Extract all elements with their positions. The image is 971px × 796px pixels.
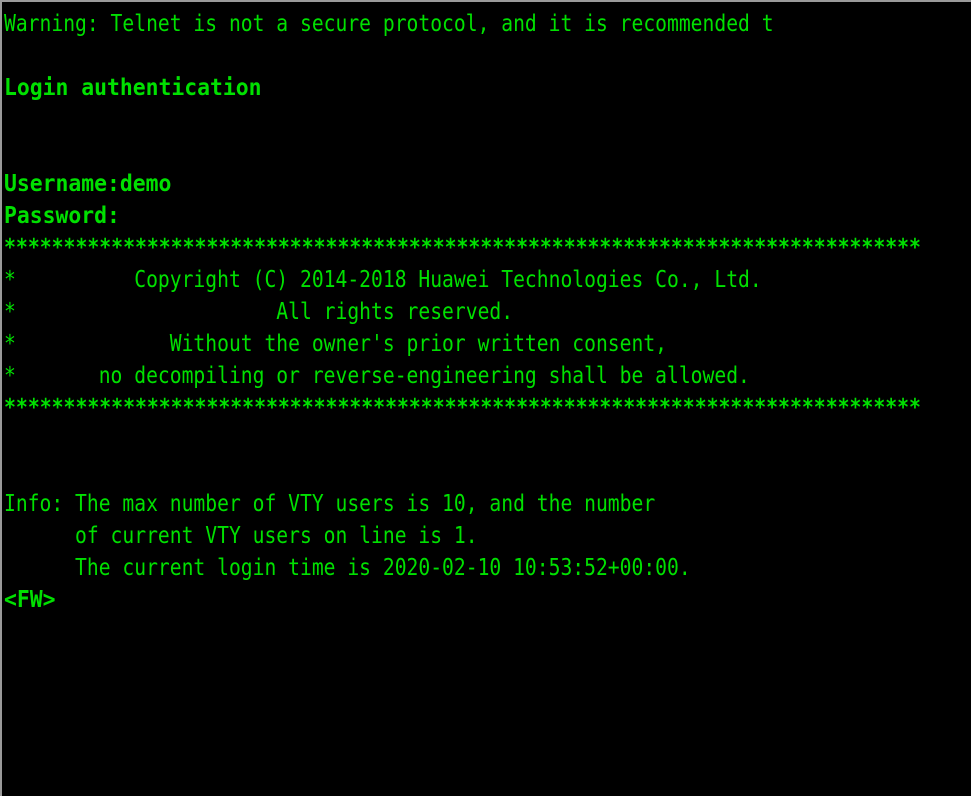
terminal-line-username-prompt: Username:demo bbox=[4, 168, 971, 200]
terminal-text-banner-bottom-rule: ****************************************… bbox=[4, 395, 921, 421]
terminal-text-banner-consent: * Without the owner's prior written cons… bbox=[4, 331, 668, 357]
terminal-line-blank-3 bbox=[4, 136, 971, 168]
terminal-line-banner-copyright: * Copyright (C) 2014-2018 Huawei Technol… bbox=[4, 264, 971, 296]
terminal-line-warning: Warning: Telnet is not a secure protocol… bbox=[4, 8, 971, 40]
telnet-terminal-window[interactable]: Warning: Telnet is not a secure protocol… bbox=[0, 0, 971, 796]
terminal-line-blank-2 bbox=[4, 104, 971, 136]
terminal-text-warning: Warning: Telnet is not a secure protocol… bbox=[4, 11, 774, 37]
terminal-text-username-prompt: Username:demo bbox=[4, 171, 172, 197]
terminal-line-blank-4 bbox=[4, 424, 971, 456]
terminal-line-info-login-time: The current login time is 2020-02-10 10:… bbox=[4, 552, 971, 584]
terminal-text-banner-rights: * All rights reserved. bbox=[4, 299, 514, 325]
terminal-line-banner-rights: * All rights reserved. bbox=[4, 296, 971, 328]
terminal-text-banner-decompile: * no decompiling or reverse-engineering … bbox=[4, 363, 750, 389]
terminal-line-banner-consent: * Without the owner's prior written cons… bbox=[4, 328, 971, 360]
terminal-text-banner-top-rule: ****************************************… bbox=[4, 235, 921, 261]
terminal-screen[interactable]: Warning: Telnet is not a secure protocol… bbox=[4, 8, 971, 796]
terminal-text-info-vty-max: Info: The max number of VTY users is 10,… bbox=[4, 491, 656, 517]
terminal-text-shell-prompt: <FW> bbox=[4, 587, 56, 613]
terminal-line-banner-decompile: * no decompiling or reverse-engineering … bbox=[4, 360, 971, 392]
terminal-text-info-login-time: The current login time is 2020-02-10 10:… bbox=[4, 555, 691, 581]
terminal-text-password-prompt: Password: bbox=[4, 203, 120, 229]
terminal-line-banner-bottom-rule: ****************************************… bbox=[4, 392, 971, 424]
terminal-line-blank-1 bbox=[4, 40, 971, 72]
terminal-line-password-prompt: Password: bbox=[4, 200, 971, 232]
terminal-line-blank-5 bbox=[4, 456, 971, 488]
terminal-text-login-auth: Login authentication bbox=[4, 75, 262, 101]
terminal-line-login-auth: Login authentication bbox=[4, 72, 971, 104]
terminal-line-info-vty-max: Info: The max number of VTY users is 10,… bbox=[4, 488, 971, 520]
terminal-line-info-vty-current: of current VTY users on line is 1. bbox=[4, 520, 971, 552]
terminal-text-info-vty-current: of current VTY users on line is 1. bbox=[4, 523, 478, 549]
terminal-text-banner-copyright: * Copyright (C) 2014-2018 Huawei Technol… bbox=[4, 267, 762, 293]
terminal-line-shell-prompt: <FW> bbox=[4, 584, 971, 616]
terminal-line-banner-top-rule: ****************************************… bbox=[4, 232, 971, 264]
